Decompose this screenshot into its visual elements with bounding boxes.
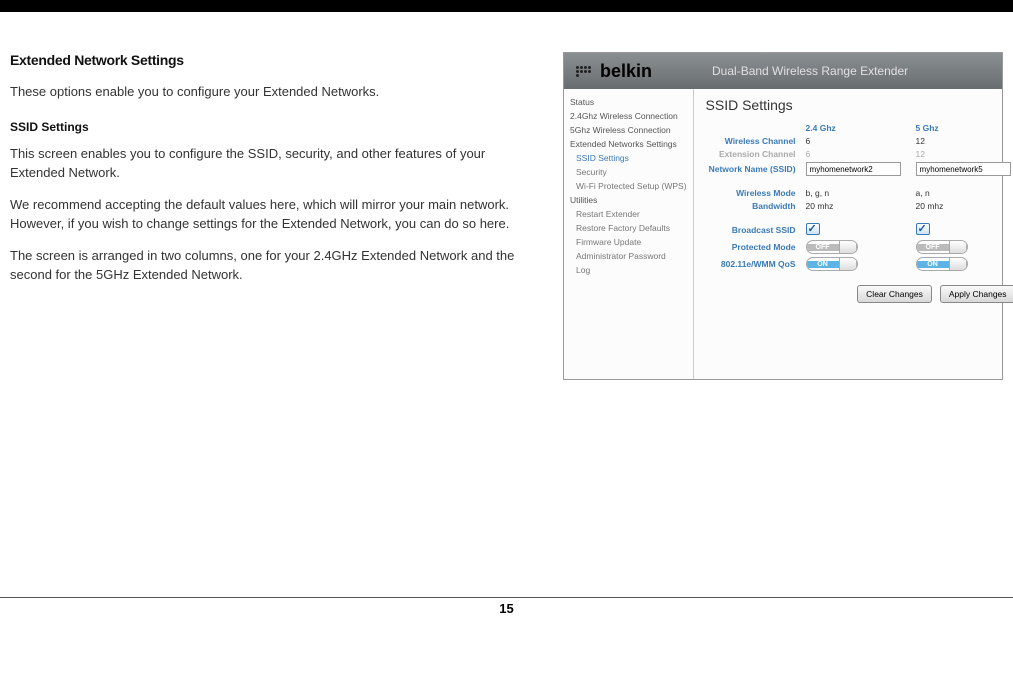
value-5-wireless-channel: 12	[916, 136, 1013, 146]
sidebar-item-24ghz[interactable]: 2.4Ghz Wireless Connection	[564, 109, 693, 123]
value-24-wireless-mode: b, g, n	[806, 188, 906, 198]
column-header-24ghz: 2.4 Ghz	[806, 123, 906, 133]
toggle-wmm-24[interactable]: ON	[806, 257, 858, 271]
router-body: Status 2.4Ghz Wireless Connection 5Ghz W…	[564, 89, 1002, 379]
label-wmm-qos: 802.11e/WMM QoS	[706, 259, 796, 269]
belkin-logo: belkin	[576, 61, 652, 82]
sidebar-item-firmware[interactable]: Firmware Update	[564, 235, 693, 249]
doc-paragraph-1: This screen enables you to configure the…	[10, 144, 543, 183]
doc-paragraph-3: The screen is arranged in two columns, o…	[10, 246, 543, 285]
main-content: SSID Settings 2.4 Ghz 5 Ghz Wireless Cha…	[694, 89, 1013, 379]
checkbox-broadcast-5[interactable]	[916, 223, 930, 235]
toggle-wmm-5[interactable]: ON	[916, 257, 968, 271]
belkin-dots-icon	[576, 66, 594, 77]
sidebar-item-log[interactable]: Log	[564, 263, 693, 277]
label-network-name: Network Name (SSID)	[706, 164, 796, 174]
brand-text: belkin	[600, 61, 652, 82]
label-wireless-channel: Wireless Channel	[706, 136, 796, 146]
sidebar-item-ssid-settings[interactable]: SSID Settings	[564, 151, 693, 165]
label-broadcast-ssid: Broadcast SSID	[706, 225, 796, 235]
router-admin-panel: belkin Dual-Band Wireless Range Extender…	[563, 52, 1003, 380]
toggle-protected-5[interactable]: OFF	[916, 240, 968, 254]
value-5-extension-channel: 12	[916, 149, 1013, 159]
page-number: 15	[0, 601, 1013, 616]
page-body: Extended Network Settings These options …	[0, 12, 1013, 380]
value-24-extension-channel: 6	[806, 149, 906, 159]
sidebar-item-utilities[interactable]: Utilities	[564, 193, 693, 207]
label-wireless-mode: Wireless Mode	[706, 188, 796, 198]
sidebar-item-status[interactable]: Status	[564, 95, 693, 109]
value-5-wireless-mode: a, n	[916, 188, 1013, 198]
value-24-wireless-channel: 6	[806, 136, 906, 146]
label-extension-channel: Extension Channel	[706, 149, 796, 159]
apply-changes-button[interactable]: Apply Changes	[940, 285, 1013, 303]
doc-intro: These options enable you to configure yo…	[10, 82, 543, 102]
doc-paragraph-2: We recommend accepting the default value…	[10, 195, 543, 234]
action-buttons: Clear Changes Apply Changes	[706, 285, 1013, 303]
documentation-column: Extended Network Settings These options …	[10, 52, 543, 380]
sidebar-item-restart[interactable]: Restart Extender	[564, 207, 693, 221]
value-24-bandwidth: 20 mhz	[806, 201, 906, 211]
router-header: belkin Dual-Band Wireless Range Extender	[564, 53, 1002, 89]
footer-divider	[0, 597, 1013, 598]
top-bar	[0, 0, 1013, 12]
sidebar-item-admin-password[interactable]: Administrator Password	[564, 249, 693, 263]
sidebar-item-extended[interactable]: Extended Networks Settings	[564, 137, 693, 151]
input-ssid-5[interactable]	[916, 162, 1011, 176]
clear-changes-button[interactable]: Clear Changes	[857, 285, 932, 303]
sidebar-item-5ghz[interactable]: 5Ghz Wireless Connection	[564, 123, 693, 137]
router-header-title: Dual-Band Wireless Range Extender	[712, 64, 908, 78]
toggle-protected-24[interactable]: OFF	[806, 240, 858, 254]
checkbox-broadcast-24[interactable]	[806, 223, 820, 235]
column-header-5ghz: 5 Ghz	[916, 123, 1013, 133]
sidebar: Status 2.4Ghz Wireless Connection 5Ghz W…	[564, 89, 694, 379]
sidebar-item-wps[interactable]: Wi-Fi Protected Setup (WPS)	[564, 179, 693, 193]
value-5-bandwidth: 20 mhz	[916, 201, 1013, 211]
input-ssid-24[interactable]	[806, 162, 901, 176]
sidebar-item-restore[interactable]: Restore Factory Defaults	[564, 221, 693, 235]
doc-heading: Extended Network Settings	[10, 52, 543, 68]
label-bandwidth: Bandwidth	[706, 201, 796, 211]
settings-grid: 2.4 Ghz 5 Ghz Wireless Channel 6 12 Exte…	[706, 123, 1013, 271]
sidebar-item-security[interactable]: Security	[564, 165, 693, 179]
label-protected-mode: Protected Mode	[706, 242, 796, 252]
page-title: SSID Settings	[706, 97, 1013, 113]
doc-subheading: SSID Settings	[10, 120, 543, 134]
